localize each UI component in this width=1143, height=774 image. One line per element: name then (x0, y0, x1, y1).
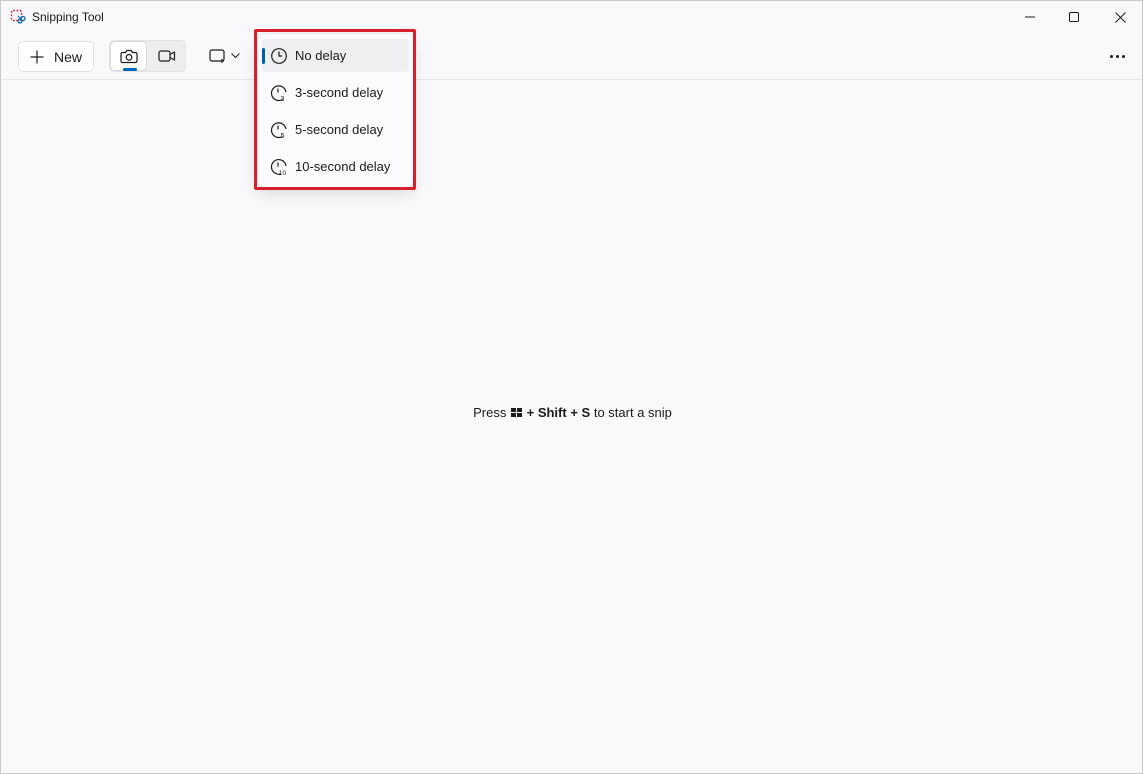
more-options-button[interactable] (1101, 42, 1133, 70)
video-camera-icon (157, 50, 175, 62)
minimize-button[interactable] (1007, 1, 1053, 33)
new-snip-button[interactable]: New (18, 41, 94, 72)
window-title: Snipping Tool (32, 10, 104, 24)
snipping-tool-window: Snipping Tool New Press + Shift + S to s… (0, 0, 1143, 774)
screenshot-mode-button[interactable] (110, 41, 147, 71)
plus-icon (30, 50, 44, 63)
chevron-down-icon (231, 53, 240, 59)
close-button[interactable] (1097, 1, 1143, 33)
capture-mode-toggle (109, 40, 186, 72)
maximize-icon (1069, 12, 1079, 22)
toolbar: New (1, 33, 1142, 80)
selected-mode-indicator (123, 68, 137, 71)
record-mode-button[interactable] (148, 41, 185, 71)
start-snip-hint: Press + Shift + S to start a snip (473, 405, 672, 420)
camera-icon (119, 49, 138, 64)
new-button-label: New (54, 48, 83, 65)
title-bar: Snipping Tool (1, 1, 1142, 33)
close-icon (1114, 11, 1126, 23)
annotation-highlight-box (254, 29, 416, 190)
minimize-icon (1025, 16, 1035, 18)
maximize-button[interactable] (1051, 1, 1097, 33)
snipping-tool-app-icon (10, 9, 26, 24)
snip-shape-dropdown[interactable] (204, 42, 244, 70)
more-icon (1109, 54, 1113, 58)
windows-key-icon (510, 408, 522, 418)
rectangle-snip-icon (209, 49, 225, 63)
